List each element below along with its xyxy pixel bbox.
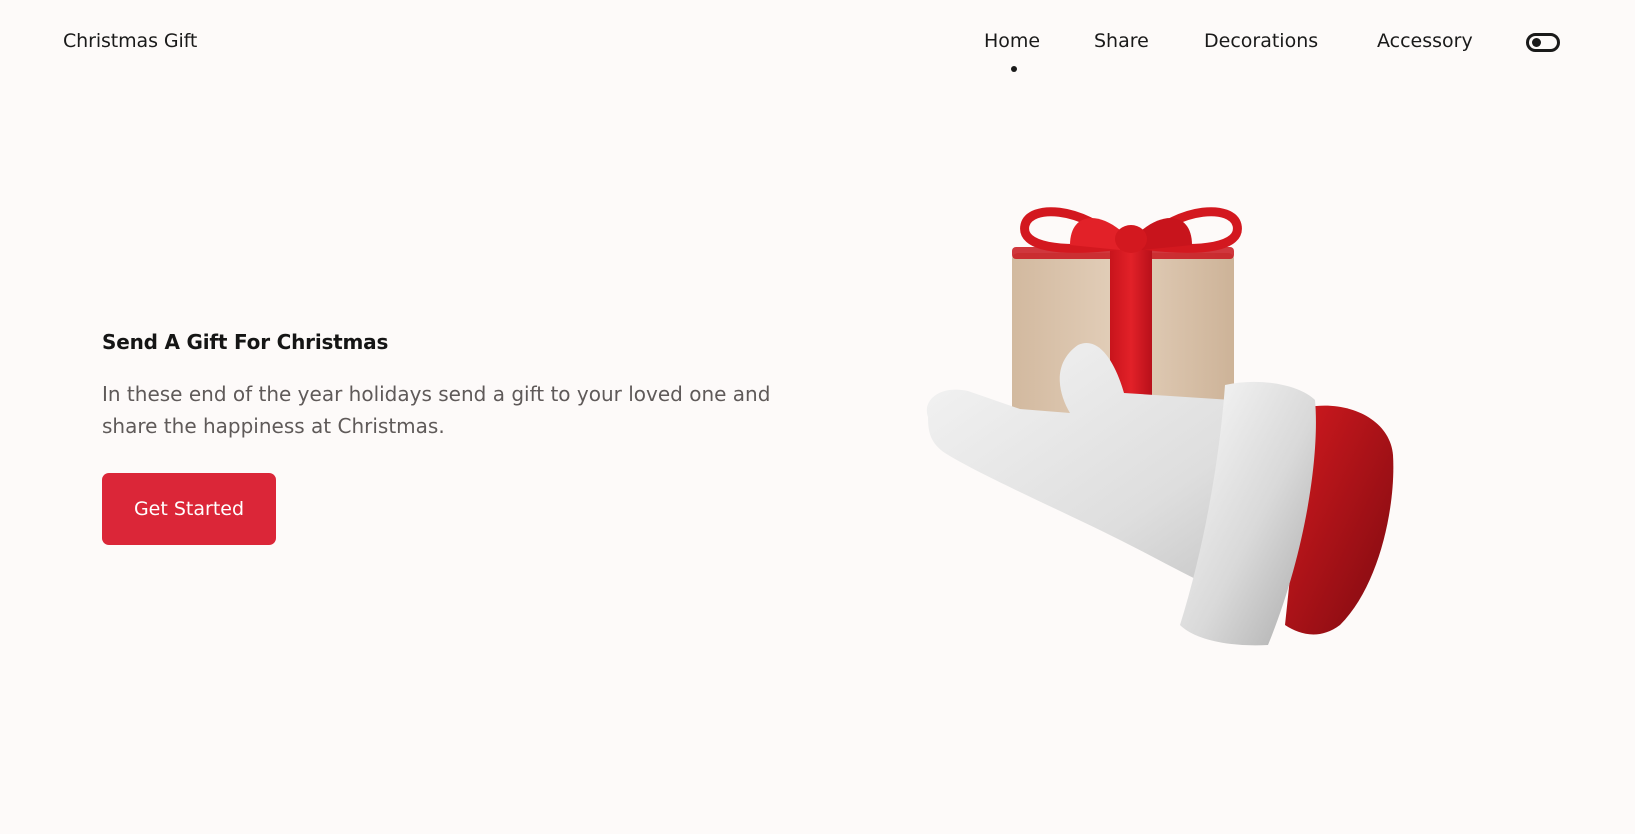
nav-decorations[interactable]: Decorations xyxy=(1204,30,1318,52)
hero-text-block: Send A Gift For Christmas In these end o… xyxy=(102,330,792,442)
hero-title: Send A Gift For Christmas xyxy=(102,330,389,354)
theme-toggle-button[interactable] xyxy=(1526,33,1560,52)
santa-hand-gift-illustration xyxy=(926,207,1394,646)
get-started-button[interactable]: Get Started xyxy=(102,473,276,545)
toggle-icon xyxy=(1532,38,1541,47)
nav-home[interactable]: Home xyxy=(984,30,1040,52)
nav-accessory[interactable]: Accessory xyxy=(1377,30,1473,52)
active-nav-indicator xyxy=(1011,66,1017,72)
main-nav: Home Share Decorations Accessory xyxy=(0,30,1635,80)
site-header: Christmas Gift Home Share Decorations Ac… xyxy=(0,0,1635,86)
bow-inner-right xyxy=(1142,218,1192,250)
nav-share[interactable]: Share xyxy=(1094,30,1149,52)
bow-knot xyxy=(1115,225,1147,253)
hero-description: In these end of the year holidays send a… xyxy=(102,382,771,438)
bow-inner-left xyxy=(1070,218,1120,250)
